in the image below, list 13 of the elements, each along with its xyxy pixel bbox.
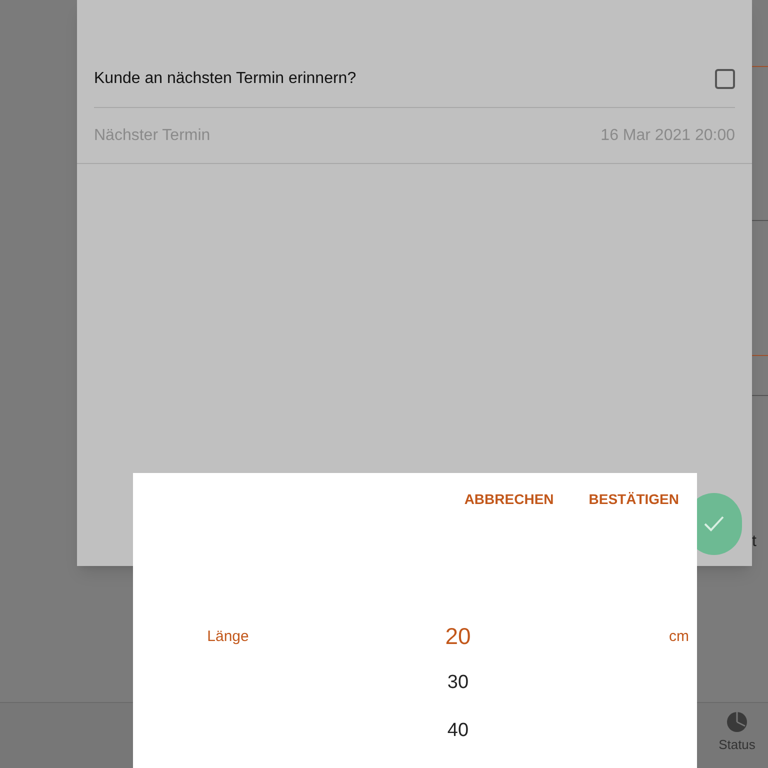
confirm-button[interactable]: BESTÄTIGEN <box>588 489 679 509</box>
checkbox[interactable] <box>715 68 735 88</box>
picker-option[interactable]: 30 <box>447 667 469 715</box>
cancel-button[interactable]: ABBRECHEN <box>464 489 554 509</box>
picker-label: Länge <box>207 627 249 647</box>
checkmark-icon <box>703 515 725 533</box>
pie-chart-icon <box>726 711 748 734</box>
status-tab[interactable]: Status <box>706 703 768 763</box>
unit-label: cm <box>669 627 689 647</box>
picker-option[interactable]: 20 <box>445 619 471 667</box>
text-fragment: t <box>752 532 756 552</box>
picker-option[interactable]: 40 <box>447 715 469 763</box>
reminder-label: Kunde an nächsten Termin erinnern? <box>94 68 356 88</box>
